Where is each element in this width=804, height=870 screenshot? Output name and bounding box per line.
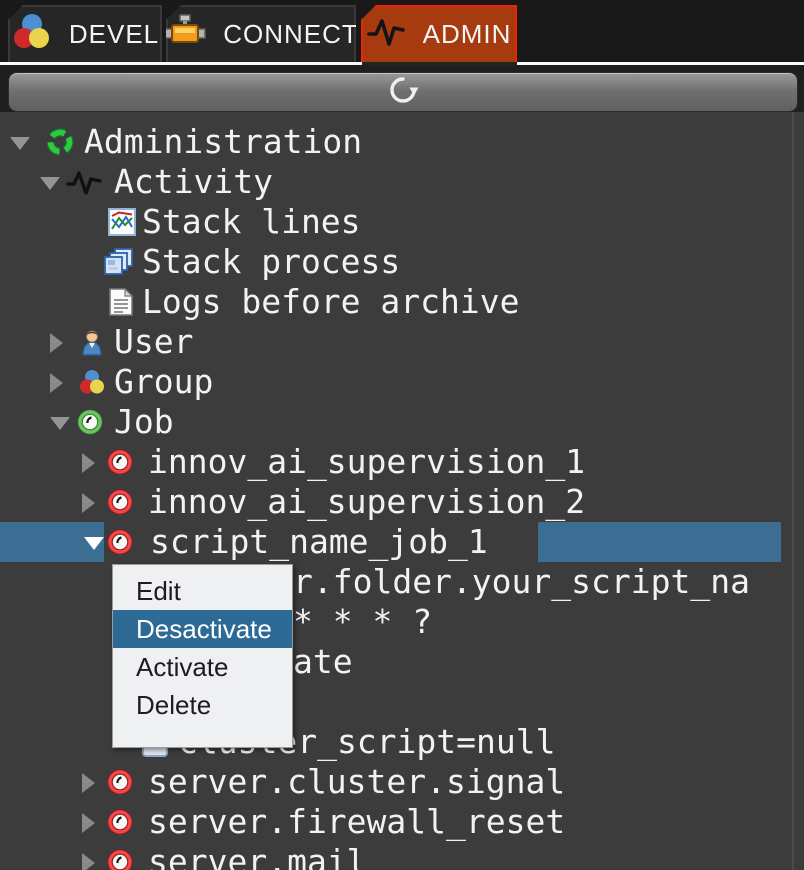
network-connector-icon	[163, 12, 207, 57]
red-clock-icon	[106, 768, 134, 796]
tabbar-underline	[0, 62, 362, 65]
tree-item-script-path-partial[interactable]: r.folder.your_script_na	[293, 562, 750, 602]
refresh-button[interactable]	[8, 72, 798, 112]
tree-item-server-firewall-reset[interactable]: server.firewall_reset	[148, 802, 565, 842]
app-window: DEVEL CONNECT ADMIN	[0, 0, 804, 870]
tree-row: Administration	[0, 122, 804, 162]
tab-admin[interactable]: ADMIN	[361, 5, 517, 62]
tree-row: User	[0, 322, 804, 362]
red-clock-icon	[106, 488, 134, 516]
tree-item-group[interactable]: Group	[114, 362, 213, 402]
red-clock-icon	[106, 448, 134, 476]
green-ring-icon	[46, 128, 74, 156]
tree-item-innov-ai-supervision-1[interactable]: innov_ai_supervision_1	[148, 442, 585, 482]
line-chart-icon	[108, 208, 136, 236]
red-clock-icon	[106, 808, 134, 836]
expander-collapsed-icon[interactable]	[50, 333, 63, 353]
tree-item-ate-partial[interactable]: ate	[293, 642, 353, 682]
tab-connect[interactable]: CONNECT	[166, 5, 356, 62]
context-menu: Edit Desactivate Activate Delete	[112, 564, 293, 748]
person-icon	[78, 328, 106, 356]
tree-item-server-mail[interactable]: server.mail	[148, 842, 367, 870]
color-circles-icon	[11, 12, 53, 57]
tree-row: Stack lines	[0, 202, 804, 242]
tree-item-innov-ai-supervision-2[interactable]: innov_ai_supervision_2	[148, 482, 585, 522]
expander-collapsed-icon[interactable]	[82, 853, 95, 870]
refresh-icon	[387, 74, 419, 111]
red-clock-icon	[106, 848, 134, 870]
tree-row: innov_ai_supervision_1	[0, 442, 804, 482]
menu-item-desactivate[interactable]: Desactivate	[113, 610, 292, 648]
tree-row-selected: script_name_job_1	[0, 522, 804, 562]
expander-expanded-icon[interactable]	[84, 537, 104, 550]
tree-row: Job	[0, 402, 804, 442]
activity-pulse-icon	[66, 170, 104, 196]
tree-row: server.cluster.signal	[0, 762, 804, 802]
menu-item-activate[interactable]: Activate	[113, 648, 292, 686]
tree-item-logs-before-archive[interactable]: Logs before archive	[142, 282, 520, 322]
tree-item-cron-partial[interactable]: * * * ?	[293, 602, 432, 642]
tree-item-stack-process[interactable]: Stack process	[142, 242, 400, 282]
tree-item-job[interactable]: Job	[114, 402, 174, 442]
tree-item-script-name-job-1[interactable]: script_name_job_1	[150, 522, 488, 562]
red-clock-icon	[106, 528, 134, 556]
expander-expanded-icon[interactable]	[40, 177, 60, 190]
activity-pulse-icon	[367, 15, 407, 54]
stacked-windows-icon	[104, 248, 134, 276]
tree-row: Stack process	[0, 242, 804, 282]
tree-item-administration[interactable]: Administration	[84, 122, 362, 162]
tree-row: Group	[0, 362, 804, 402]
tree-item-stack-lines[interactable]: Stack lines	[142, 202, 361, 242]
expander-expanded-icon[interactable]	[10, 137, 30, 150]
color-circles-icon	[78, 368, 106, 396]
expander-collapsed-icon[interactable]	[82, 813, 95, 833]
tab-devel[interactable]: DEVEL	[8, 5, 162, 62]
tab-admin-label: ADMIN	[423, 19, 512, 50]
tab-bar: DEVEL CONNECT ADMIN	[0, 0, 804, 62]
expander-collapsed-icon[interactable]	[82, 773, 95, 793]
menu-item-edit[interactable]: Edit	[113, 572, 292, 610]
tree-row: Activity	[0, 162, 804, 202]
document-icon	[108, 288, 134, 316]
expander-collapsed-icon[interactable]	[82, 493, 95, 513]
menu-item-delete[interactable]: Delete	[113, 686, 292, 724]
expander-expanded-icon[interactable]	[50, 417, 70, 430]
tree-row: server.firewall_reset	[0, 802, 804, 842]
tree-item-user[interactable]: User	[114, 322, 193, 362]
tabbar-underline-gap	[362, 62, 517, 65]
green-clock-icon	[76, 408, 104, 436]
tabbar-underline	[517, 62, 804, 65]
expander-collapsed-icon[interactable]	[50, 373, 63, 393]
expander-collapsed-icon[interactable]	[82, 453, 95, 473]
tree-row: Logs before archive	[0, 282, 804, 322]
tree-row: server.mail	[0, 842, 804, 870]
tree-row: innov_ai_supervision_2	[0, 482, 804, 522]
tab-connect-label: CONNECT	[223, 19, 359, 50]
tree-item-server-cluster-signal[interactable]: server.cluster.signal	[148, 762, 565, 802]
tree-item-activity[interactable]: Activity	[114, 162, 273, 202]
tab-devel-label: DEVEL	[69, 19, 159, 50]
